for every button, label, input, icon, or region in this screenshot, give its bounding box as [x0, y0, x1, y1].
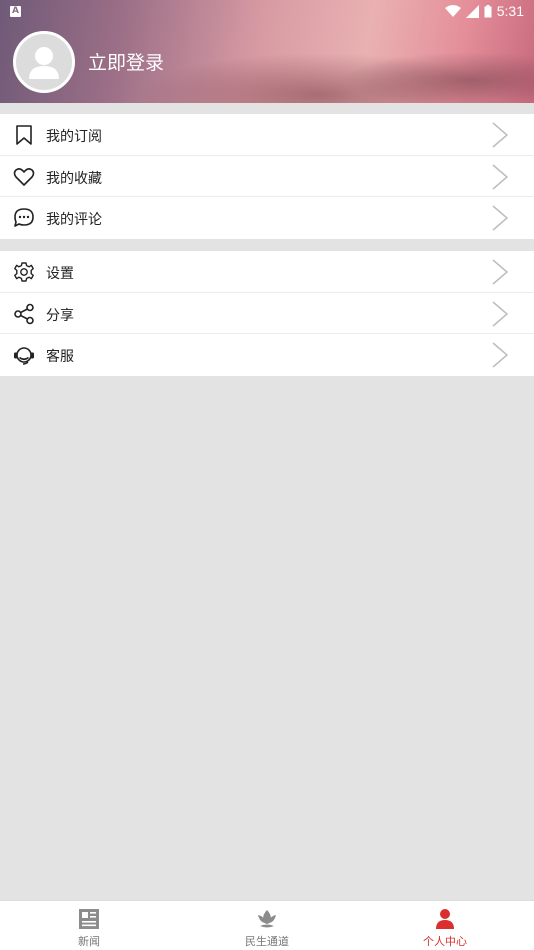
status-time: 5:31	[496, 3, 524, 19]
chevron-right-icon	[492, 163, 509, 190]
bookmark-icon	[16, 125, 32, 145]
lotus-icon	[258, 910, 276, 928]
menu-item-label: 我的收藏	[46, 170, 102, 187]
chevron-right-icon	[492, 259, 509, 285]
app-notification-icon: A	[10, 6, 21, 17]
menu-item-label: 分享	[46, 307, 74, 324]
signal-icon	[465, 4, 479, 18]
menu-item-label: 设置	[46, 266, 74, 282]
status-bar: A 5:31	[0, 0, 534, 24]
tab-label: 民生通道	[245, 935, 289, 948]
menu-item-label: 客服	[46, 349, 74, 365]
menu-item-customer-service[interactable]: 客服	[0, 334, 534, 376]
gear-icon	[14, 262, 34, 282]
comment-icon	[14, 208, 34, 227]
heart-icon	[13, 167, 35, 186]
headset-icon	[14, 347, 34, 365]
login-link[interactable]: 立即登录	[88, 48, 164, 75]
menu-item-subscriptions[interactable]: 我的订阅	[0, 114, 534, 156]
battery-icon	[484, 4, 492, 17]
chevron-right-icon	[492, 122, 509, 148]
chevron-right-icon	[492, 205, 509, 231]
tab-personal-center[interactable]: 个人中心	[356, 901, 534, 950]
share-icon	[14, 303, 34, 324]
status-right: 5:31	[444, 3, 524, 19]
profile-header: A 5:31 立即登录	[0, 0, 534, 103]
section-divider	[0, 103, 534, 114]
menu-item-settings[interactable]: 设置	[0, 251, 534, 293]
menu-item-share[interactable]: 分享	[0, 293, 534, 334]
newspaper-icon	[79, 909, 99, 929]
tab-news[interactable]: 新闻	[0, 901, 178, 950]
tab-livelihood-channel[interactable]: 民生通道	[178, 901, 356, 950]
user-avatar-icon	[29, 47, 59, 79]
tab-label: 新闻	[78, 935, 100, 948]
menu-group-personal: 我的订阅 我的收藏 我的评论	[0, 114, 534, 239]
menu-item-label: 我的订阅	[46, 129, 102, 145]
wifi-icon	[444, 4, 461, 17]
chevron-right-icon	[492, 342, 509, 368]
menu-item-comments[interactable]: 我的评论	[0, 197, 534, 239]
tab-label: 个人中心	[423, 935, 467, 948]
menu-group-app: 设置 分享 客服	[0, 251, 534, 376]
person-icon	[436, 909, 454, 929]
chevron-right-icon	[492, 300, 509, 327]
avatar[interactable]	[13, 31, 75, 93]
menu-item-label: 我的评论	[46, 212, 102, 228]
menu-item-favorites[interactable]: 我的收藏	[0, 156, 534, 197]
bottom-nav: 新闻 民生通道 个人中心	[0, 900, 534, 950]
